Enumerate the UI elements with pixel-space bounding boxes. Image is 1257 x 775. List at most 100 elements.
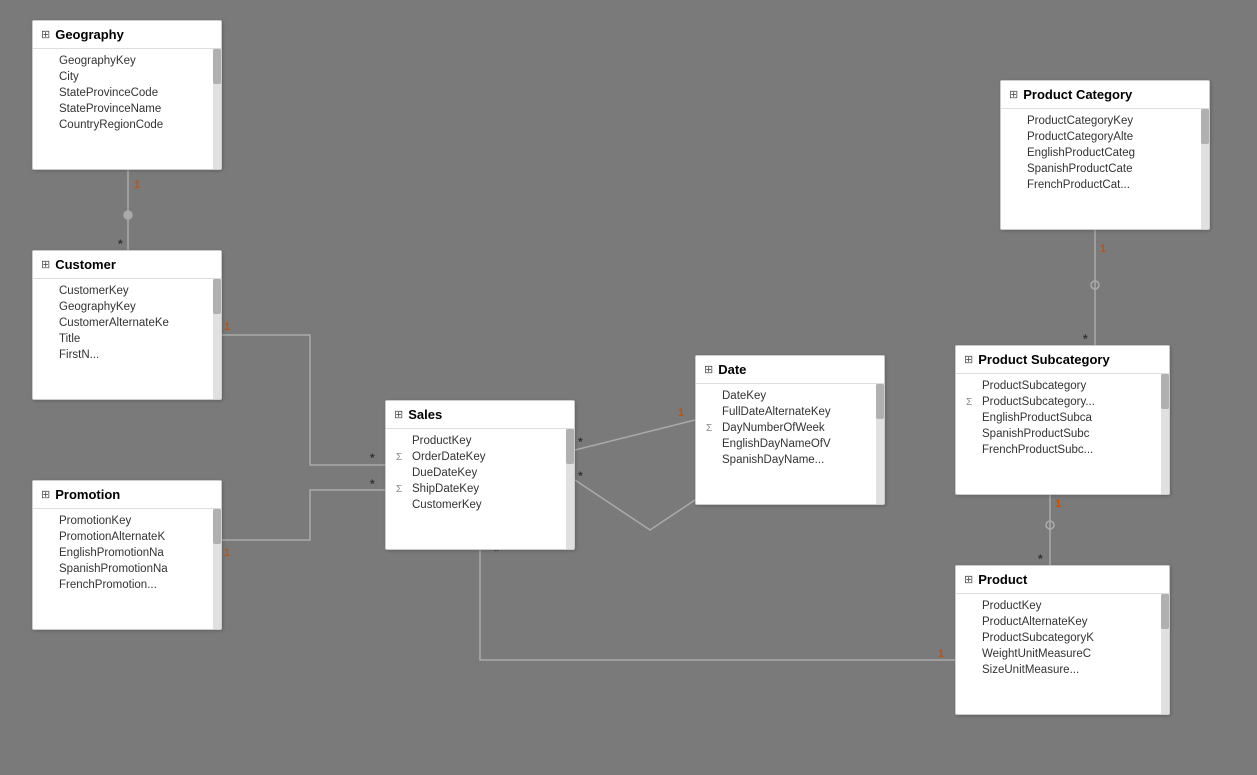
table-promotion-title: Promotion xyxy=(55,487,120,502)
diagram-canvas: 1 * 1 * 1 * * 1 * * 1 1 * 1 * ⊞ xyxy=(0,0,1257,775)
list-item: CustomerKey xyxy=(33,283,221,299)
list-item: ProductCategoryKey xyxy=(1001,113,1209,129)
svg-text:1: 1 xyxy=(1100,243,1106,255)
table-geography-title: Geography xyxy=(55,27,124,42)
sigma-icon: Σ xyxy=(706,423,718,434)
list-item: ProductSubcategoryK xyxy=(956,630,1169,646)
table-customer-title: Customer xyxy=(55,257,116,272)
list-item: ProductSubcategory xyxy=(956,378,1169,394)
table-date-title: Date xyxy=(718,362,746,377)
table-icon: ⊞ xyxy=(1009,88,1018,101)
list-item: EnglishDayNameOfV xyxy=(696,436,884,452)
list-item: ProductCategoryAlte xyxy=(1001,129,1209,145)
svg-text:1: 1 xyxy=(224,547,230,559)
table-sales-title: Sales xyxy=(408,407,442,422)
table-date-header: ⊞ Date xyxy=(696,356,884,384)
svg-text:1: 1 xyxy=(134,179,140,191)
table-promotion[interactable]: ⊞ Promotion PromotionKey PromotionAltern… xyxy=(32,480,222,630)
scrollbar[interactable] xyxy=(1161,594,1169,714)
svg-text:1: 1 xyxy=(938,648,944,660)
table-icon: ⊞ xyxy=(704,363,713,376)
list-item: StateProvinceName xyxy=(33,101,221,117)
table-sales-header: ⊞ Sales xyxy=(386,401,574,429)
table-product-subcategory-body: ProductSubcategory ΣProductSubcategory..… xyxy=(956,374,1169,494)
table-sales-body: ProductKey ΣOrderDateKey DueDateKey ΣShi… xyxy=(386,429,574,549)
list-item: CustomerKey xyxy=(386,497,574,513)
table-product-category-body: ProductCategoryKey ProductCategoryAlte E… xyxy=(1001,109,1209,229)
sigma-icon: Σ xyxy=(396,484,408,495)
list-item: EnglishProductSubca xyxy=(956,410,1169,426)
svg-text:*: * xyxy=(1038,552,1043,566)
list-item: PromotionAlternateK xyxy=(33,529,221,545)
list-item: FrenchProductSubc... xyxy=(956,442,1169,458)
table-geography-header: ⊞ Geography xyxy=(33,21,221,49)
svg-text:1: 1 xyxy=(678,407,684,419)
list-item: SpanishProductSubc xyxy=(956,426,1169,442)
table-product-subcategory[interactable]: ⊞ Product Subcategory ProductSubcategory… xyxy=(955,345,1170,495)
list-item: CustomerAlternateKe xyxy=(33,315,221,331)
table-product-header: ⊞ Product xyxy=(956,566,1169,594)
list-item: GeographyKey xyxy=(33,299,221,315)
table-product[interactable]: ⊞ Product ProductKey ProductAlternateKey… xyxy=(955,565,1170,715)
scrollbar[interactable] xyxy=(213,279,221,399)
list-item: WeightUnitMeasureC xyxy=(956,646,1169,662)
list-item: CountryRegionCode xyxy=(33,117,221,133)
table-date[interactable]: ⊞ Date DateKey FullDateAlternateKey ΣDay… xyxy=(695,355,885,505)
sigma-icon: Σ xyxy=(966,397,978,408)
scrollbar[interactable] xyxy=(1201,109,1209,229)
list-item: City xyxy=(33,69,221,85)
table-icon: ⊞ xyxy=(41,28,50,41)
table-product-category[interactable]: ⊞ Product Category ProductCategoryKey Pr… xyxy=(1000,80,1210,230)
list-item: EnglishPromotionNa xyxy=(33,545,221,561)
table-product-title: Product xyxy=(978,572,1027,587)
svg-text:1: 1 xyxy=(1055,498,1061,510)
list-item: SpanishProductCate xyxy=(1001,161,1209,177)
table-icon: ⊞ xyxy=(41,488,50,501)
svg-text:*: * xyxy=(1083,332,1088,346)
table-product-category-header: ⊞ Product Category xyxy=(1001,81,1209,109)
table-product-category-title: Product Category xyxy=(1023,87,1132,102)
list-item: StateProvinceCode xyxy=(33,85,221,101)
table-date-body: DateKey FullDateAlternateKey ΣDayNumberO… xyxy=(696,384,884,504)
table-customer-body: CustomerKey GeographyKey CustomerAlterna… xyxy=(33,279,221,399)
scrollbar[interactable] xyxy=(566,429,574,549)
list-item: PromotionKey xyxy=(33,513,221,529)
table-icon: ⊞ xyxy=(394,408,403,421)
list-item: SpanishDayName... xyxy=(696,452,884,468)
list-item: Title xyxy=(33,331,221,347)
list-item: ΣShipDateKey xyxy=(386,481,574,497)
table-promotion-header: ⊞ Promotion xyxy=(33,481,221,509)
table-icon: ⊞ xyxy=(964,353,973,366)
list-item: FullDateAlternateKey xyxy=(696,404,884,420)
scrollbar[interactable] xyxy=(876,384,884,504)
table-geography[interactable]: ⊞ Geography GeographyKey City StateProvi… xyxy=(32,20,222,170)
list-item: ΣDayNumberOfWeek xyxy=(696,420,884,436)
table-customer[interactable]: ⊞ Customer CustomerKey GeographyKey Cust… xyxy=(32,250,222,400)
list-item: FirstN... xyxy=(33,347,221,363)
table-product-subcategory-title: Product Subcategory xyxy=(978,352,1109,367)
list-item: ProductKey xyxy=(956,598,1169,614)
table-sales[interactable]: ⊞ Sales ProductKey ΣOrderDateKey DueDate… xyxy=(385,400,575,550)
scrollbar[interactable] xyxy=(213,49,221,169)
svg-text:*: * xyxy=(578,469,583,483)
list-item: ΣProductSubcategory... xyxy=(956,394,1169,410)
scrollbar[interactable] xyxy=(213,509,221,629)
sigma-icon: Σ xyxy=(396,452,408,463)
svg-text:*: * xyxy=(578,435,583,449)
table-product-body: ProductKey ProductAlternateKey ProductSu… xyxy=(956,594,1169,714)
list-item: ProductAlternateKey xyxy=(956,614,1169,630)
list-item: GeographyKey xyxy=(33,53,221,69)
list-item: FrenchPromotion... xyxy=(33,577,221,593)
table-customer-header: ⊞ Customer xyxy=(33,251,221,279)
svg-text:*: * xyxy=(118,237,123,251)
scrollbar[interactable] xyxy=(1161,374,1169,494)
list-item: EnglishProductCateg xyxy=(1001,145,1209,161)
list-item: DueDateKey xyxy=(386,465,574,481)
list-item: DateKey xyxy=(696,388,884,404)
list-item: FrenchProductCat... xyxy=(1001,177,1209,193)
list-item: SpanishPromotionNa xyxy=(33,561,221,577)
list-item: ΣOrderDateKey xyxy=(386,449,574,465)
list-item: SizeUnitMeasure... xyxy=(956,662,1169,678)
svg-text:1: 1 xyxy=(224,321,230,333)
svg-text:*: * xyxy=(370,477,375,491)
